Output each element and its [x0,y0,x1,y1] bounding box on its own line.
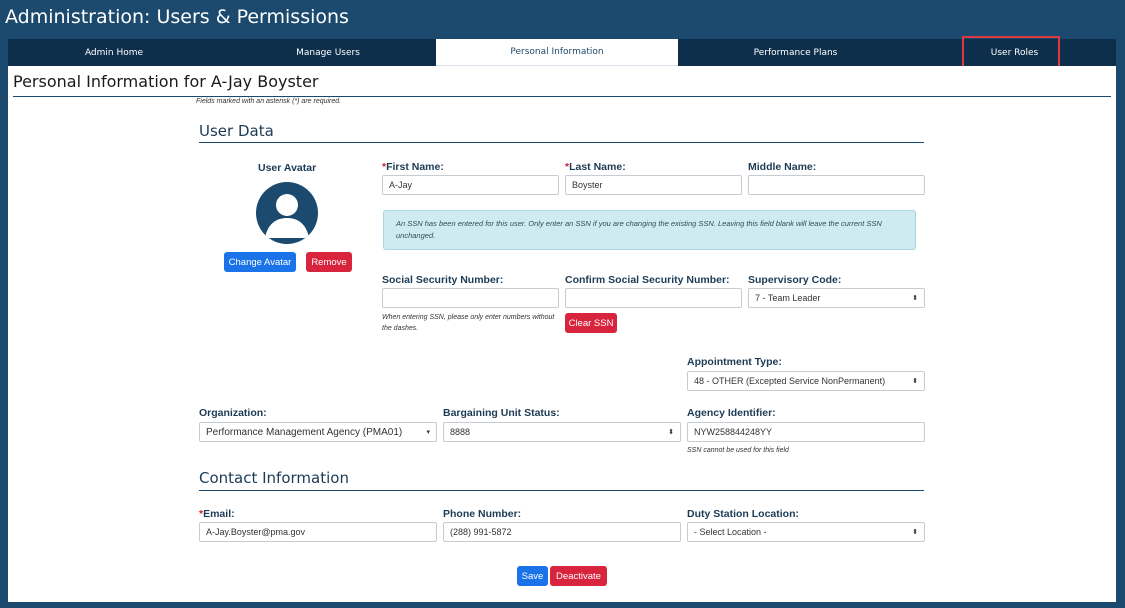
change-avatar-button[interactable]: Change Avatar [224,252,296,272]
duty-station-select[interactable]: - Select Location - ⬍ [687,522,925,542]
phone-field[interactable]: (288) 991-5872 [443,522,681,542]
main-content: Personal Information for A-Jay Boyster F… [8,66,1116,602]
bargaining-unit-label: Bargaining Unit Status: [443,407,560,419]
first-name-label: *First Name: [382,161,444,173]
confirm-ssn-label: Confirm Social Security Number: [565,274,730,286]
select-arrows-icon: ⬍ [912,295,918,302]
page-title: Personal Information for A-Jay Boyster [13,72,319,91]
middle-name-field[interactable] [748,175,925,195]
avatar-label: User Avatar [258,162,317,174]
user-data-divider [199,142,924,143]
ssn-field[interactable] [382,288,559,308]
user-data-heading: User Data [199,122,274,140]
required-note: Fields marked with an asterisk (*) are r… [196,98,342,105]
email-label: *Email: [199,508,235,520]
tab-bar: Admin Home Manage Users Personal Informa… [8,39,1116,66]
tab-admin-home[interactable]: Admin Home [8,39,220,66]
middle-name-label: Middle Name: [748,161,817,173]
first-name-field[interactable]: A-Jay [382,175,559,195]
remove-avatar-button[interactable]: Remove [306,252,352,272]
select-arrows-icon: ⬍ [912,378,918,385]
tab-performance-plans[interactable]: Performance Plans [678,39,913,66]
avatar-icon [256,182,318,244]
email-field[interactable]: A-Jay.Boyster@pma.gov [199,522,437,542]
save-button[interactable]: Save [517,566,548,586]
ssn-alert: An SSN has been entered for this user. O… [383,210,916,250]
supervisory-code-select[interactable]: 7 - Team Leader ⬍ [748,288,925,308]
agency-identifier-label: Agency Identifier: [687,407,776,419]
bargaining-unit-select[interactable]: 8888 ⬍ [443,422,681,442]
contact-heading: Contact Information [199,469,349,487]
chevron-down-icon: ▾ [426,429,430,436]
select-arrows-icon: ⬍ [668,429,674,436]
app-title: Administration: Users & Permissions [5,6,349,28]
appointment-type-label: Appointment Type: [687,356,782,368]
title-divider [13,96,1111,97]
last-name-label: *Last Name: [565,161,626,173]
supervisory-code-label: Supervisory Code: [748,274,842,286]
last-name-field[interactable]: Boyster [565,175,742,195]
organization-label: Organization: [199,407,267,419]
confirm-ssn-field[interactable] [565,288,742,308]
agency-identifier-hint: SSN cannot be used for this field [687,447,789,454]
ssn-label: Social Security Number: [382,274,504,286]
clear-ssn-button[interactable]: Clear SSN [565,313,617,333]
deactivate-button[interactable]: Deactivate [550,566,607,586]
appointment-type-select[interactable]: 48 - OTHER (Excepted Service NonPermanen… [687,371,925,391]
contact-divider [199,490,924,491]
tab-user-roles[interactable]: User Roles [913,39,1116,66]
phone-label: Phone Number: [443,508,522,520]
select-arrows-icon: ⬍ [912,529,918,536]
organization-select[interactable]: Performance Management Agency (PMA01) ▾ [199,422,437,442]
agency-identifier-field[interactable]: NYW258844248YY [687,422,925,442]
tab-manage-users[interactable]: Manage Users [220,39,436,66]
ssn-hint: When entering SSN, please only enter num… [382,314,555,332]
tab-personal-information[interactable]: Personal Information [436,39,678,66]
duty-station-label: Duty Station Location: [687,508,799,520]
